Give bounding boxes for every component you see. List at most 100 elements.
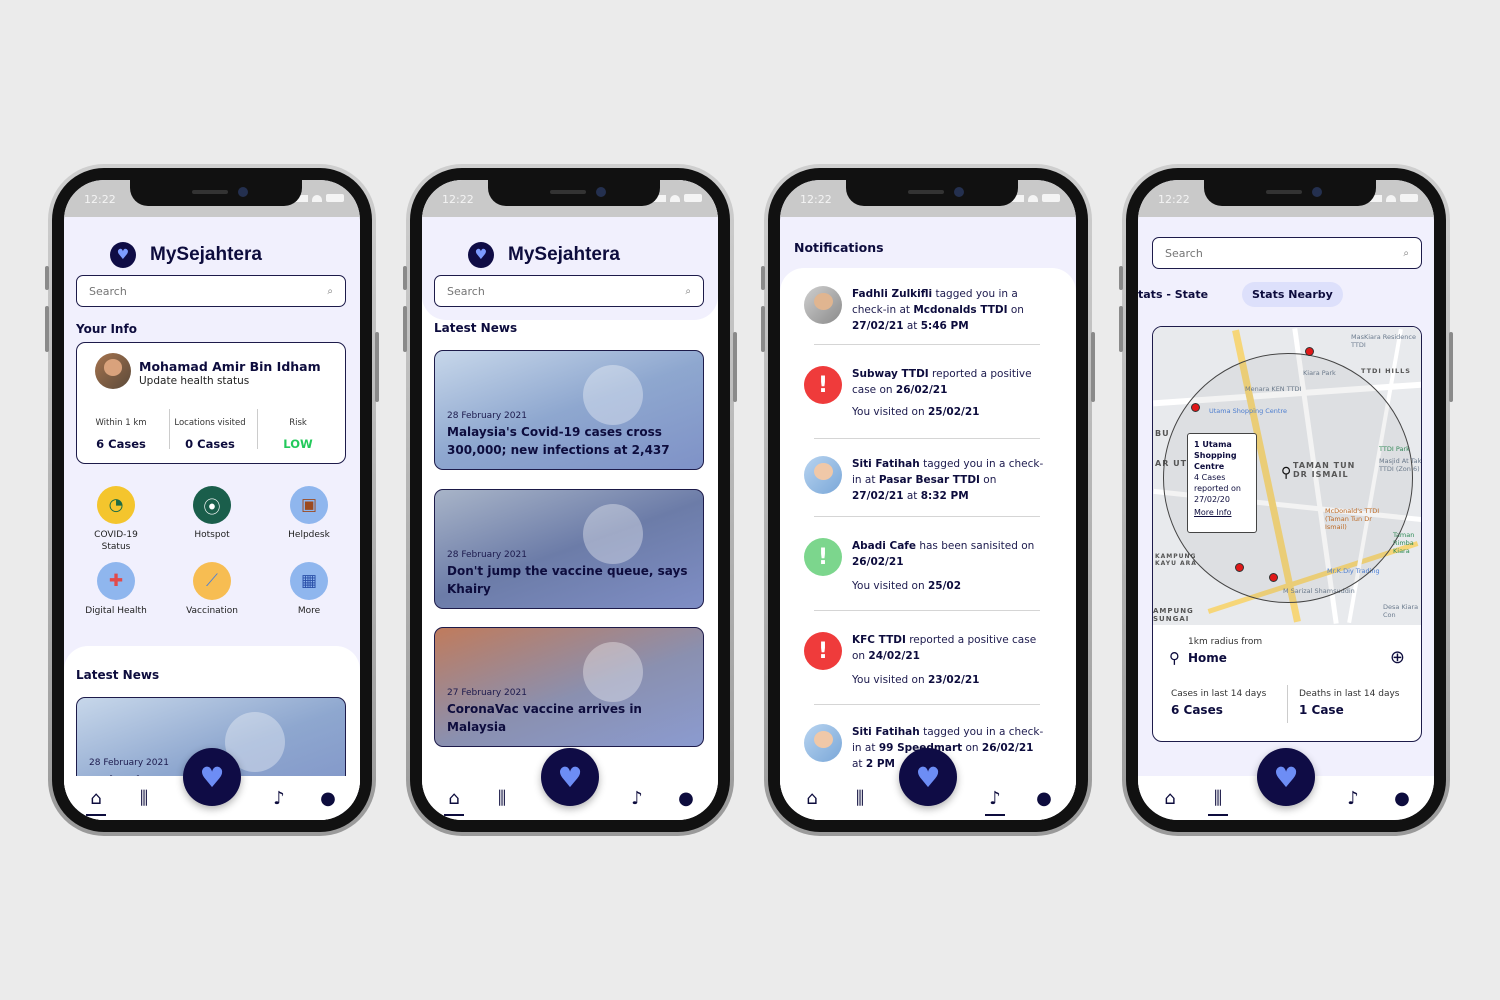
news-card[interactable]: 27 February 2021 CoronaVac vaccine arriv… xyxy=(434,627,704,747)
heart-logo-icon: ♥ xyxy=(110,242,136,268)
location-pin-icon: ⚲ xyxy=(1169,649,1180,667)
grid-label: COVID-19 Status xyxy=(94,530,138,552)
grid-label: Vaccination xyxy=(186,606,238,616)
side-button xyxy=(761,266,765,290)
search-bar[interactable]: ⌕ xyxy=(76,275,346,307)
user-name: Mohamad Amir Bin Idham xyxy=(139,359,321,374)
divider xyxy=(814,516,1040,517)
search-icon[interactable]: ⌕ xyxy=(1403,248,1409,259)
bell-tab-icon[interactable]: ♪ xyxy=(267,788,291,809)
tab-stats-nearby[interactable]: Stats Nearby xyxy=(1242,282,1343,307)
side-button xyxy=(403,306,407,352)
avatar xyxy=(804,286,842,324)
heart-logo-icon: ♥ xyxy=(468,242,494,268)
side-button xyxy=(403,266,407,290)
more-info-link[interactable]: More Info xyxy=(1194,507,1250,518)
home-tab-icon[interactable]: ⌂ xyxy=(442,788,466,816)
radius-value[interactable]: Home xyxy=(1188,651,1227,665)
visited-text: You visited on 23/02/21 xyxy=(852,674,980,686)
heart-fab-button[interactable]: ♥ xyxy=(541,748,599,806)
search-icon[interactable]: ⌕ xyxy=(327,286,333,297)
case-marker[interactable] xyxy=(1305,347,1314,356)
search-bar[interactable]: ⌕ xyxy=(1152,237,1422,269)
case-tooltip: 1 Utama Shopping Centre 4 Cases reported… xyxy=(1187,433,1257,533)
side-button xyxy=(1119,266,1123,290)
home-tab-icon[interactable]: ⌂ xyxy=(1158,788,1182,809)
grid-digital-health[interactable]: ✚ Digital Health xyxy=(79,562,153,617)
battery-icon xyxy=(1042,194,1060,202)
heart-fab-button[interactable]: ♥ xyxy=(183,748,241,806)
helpdesk-icon: ▣ xyxy=(290,486,328,524)
stats-tab-icon[interactable]: ⫼ xyxy=(1206,788,1230,816)
news-card[interactable]: 28 February 2021 Don't jump the vaccine … xyxy=(434,489,704,609)
notch xyxy=(130,180,302,206)
bell-tab-icon[interactable]: ♪ xyxy=(625,788,649,809)
profile-tab-icon[interactable]: ● xyxy=(674,788,698,809)
home-location-pin-icon: ⚲ xyxy=(1281,465,1292,481)
news-card[interactable]: 28 February 2021 Malaysia's Covid-19 cas… xyxy=(434,350,704,470)
map[interactable]: MasKiara Residence TTDI TTDI HILLS Kiara… xyxy=(1153,327,1421,625)
divider xyxy=(1287,685,1288,723)
grid-more[interactable]: ▦ More xyxy=(272,562,346,617)
tab-stats-state[interactable]: tats - State xyxy=(1138,288,1208,301)
grid-covid-status[interactable]: ◔ COVID-19 Status xyxy=(79,486,153,553)
stats-tab-icon[interactable]: ⫼ xyxy=(848,788,872,809)
heart-fab-button[interactable]: ♥ xyxy=(899,748,957,806)
gauge-icon: ◔ xyxy=(97,486,135,524)
app-title: MySejahtera xyxy=(150,244,262,265)
deaths-value: 1 Case xyxy=(1299,703,1344,717)
news-date: 28 February 2021 xyxy=(447,550,527,560)
grid-helpdesk[interactable]: ▣ Helpdesk xyxy=(272,486,346,541)
status-icons xyxy=(654,194,702,202)
stats-tab-icon[interactable]: ⫼ xyxy=(490,788,514,809)
search-input[interactable] xyxy=(89,284,328,298)
search-input[interactable] xyxy=(1165,246,1404,260)
bell-tab-icon[interactable]: ♪ xyxy=(983,788,1007,816)
stat-locations-visited: Locations visited 0 Cases xyxy=(170,411,250,452)
home-screen: 12:22 ♥ MySejahtera ⌕ Your Info Mohamad xyxy=(64,180,360,820)
profile-tab-icon[interactable]: ● xyxy=(1390,788,1414,809)
app-header: ♥ MySejahtera xyxy=(468,242,620,268)
status-time: 12:22 xyxy=(442,193,474,206)
home-tab-icon[interactable]: ⌂ xyxy=(800,788,824,809)
visited-text: You visited on 25/02 xyxy=(852,580,962,592)
alert-icon: ! xyxy=(804,632,842,670)
grid-hotspot[interactable]: ⦿ Hotspot xyxy=(175,486,249,541)
my-location-icon[interactable]: ⊕ xyxy=(1390,647,1405,668)
profile-tab-icon[interactable]: ● xyxy=(1032,788,1056,809)
search-icon[interactable]: ⌕ xyxy=(685,286,691,297)
profile-tab-icon[interactable]: ● xyxy=(316,788,340,809)
home-tab-icon[interactable]: ⌂ xyxy=(84,788,108,816)
map-label: Desa Kiara Con xyxy=(1383,603,1419,619)
alert-icon: ! xyxy=(804,538,842,576)
side-button xyxy=(45,306,49,352)
wifi-icon xyxy=(1386,194,1396,202)
stats-tab-icon[interactable]: ⫼ xyxy=(132,788,156,809)
user-info-card[interactable]: Mohamad Amir Bin Idham Update health sta… xyxy=(76,342,346,464)
grid-label: Hotspot xyxy=(194,530,230,540)
grid-label: More xyxy=(297,606,321,616)
update-health-link[interactable]: Update health status xyxy=(139,375,249,387)
bell-tab-icon[interactable]: ♪ xyxy=(1341,788,1365,809)
case-marker[interactable] xyxy=(1191,403,1200,412)
cases-stat: Cases in last 14 days 6 Cases xyxy=(1171,689,1266,717)
cases-value: 6 Cases xyxy=(1171,703,1223,717)
tooltip-name: 1 Utama Shopping Centre xyxy=(1194,440,1237,471)
case-marker[interactable] xyxy=(1235,563,1244,572)
map-label: TTDI HILLS xyxy=(1361,367,1411,375)
phone-notifications: 12:22 Notifications Fadhli Zulkifli tagg… xyxy=(761,164,1095,836)
grid-vaccination[interactable]: ⟋ Vaccination xyxy=(175,562,249,617)
stat-value: 6 Cases xyxy=(96,437,146,451)
map-pin-icon: ⦿ xyxy=(193,486,231,524)
divider xyxy=(814,610,1040,611)
side-button xyxy=(761,306,765,352)
case-marker[interactable] xyxy=(1269,573,1278,582)
tooltip-reported: reported on 27/02/20 xyxy=(1194,484,1241,504)
news-date: 27 February 2021 xyxy=(447,688,527,698)
notification-text: KFC TTDI reported a positive case on 24/… xyxy=(852,634,1037,662)
search-input[interactable] xyxy=(447,284,686,298)
avatar xyxy=(804,456,842,494)
search-bar[interactable]: ⌕ xyxy=(434,275,704,307)
heart-fab-button[interactable]: ♥ xyxy=(1257,748,1315,806)
stat-label: Locations visited xyxy=(174,417,246,428)
